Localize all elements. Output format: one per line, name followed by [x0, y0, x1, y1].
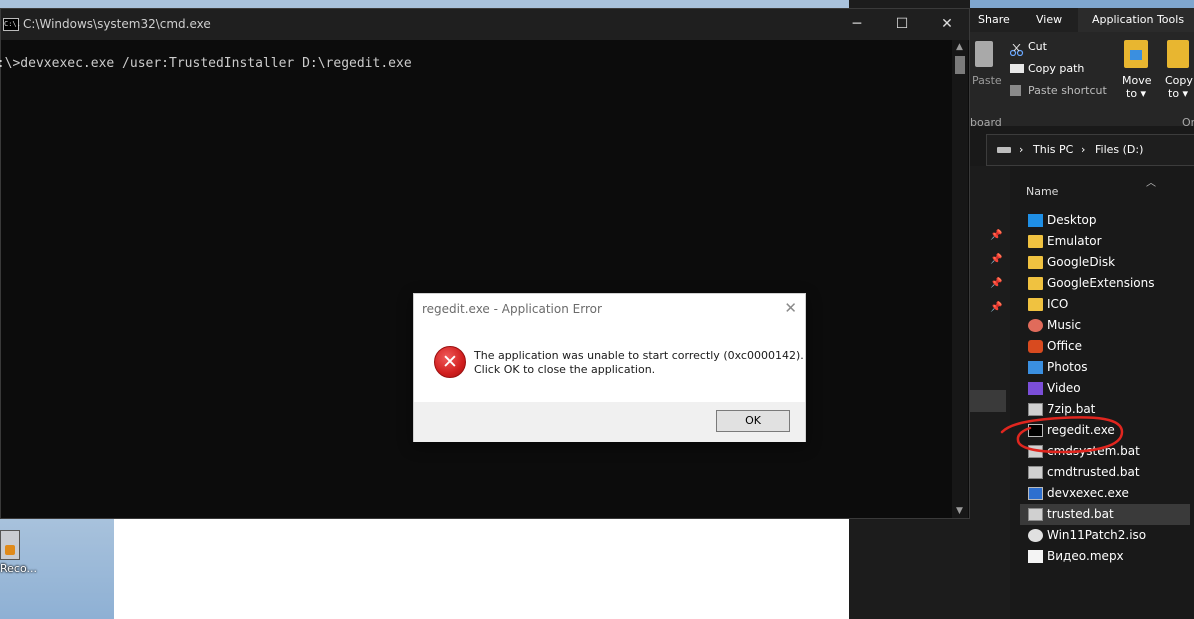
- red-circle-annotation: [1000, 416, 1124, 454]
